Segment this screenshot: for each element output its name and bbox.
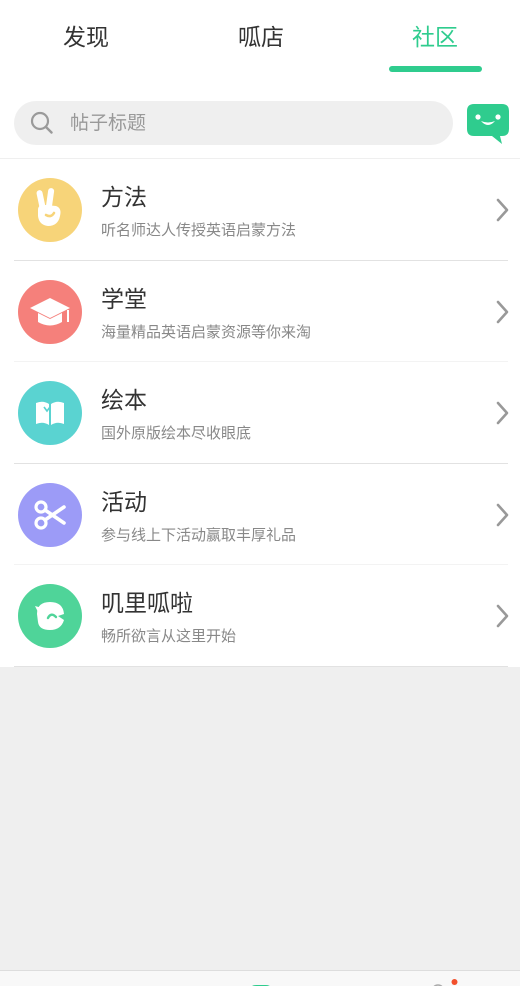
menu-item-subtitle: 海量精品英语启蒙资源等你来淘 [101,322,312,341]
menu-item-school[interactable]: 学堂 海量精品英语启蒙资源等你来淘 [0,261,520,362]
bottom-nav-bar [0,970,520,986]
row-divider [14,665,508,667]
menu-item-activities[interactable]: 活动 参与线上下活动赢取丰厚礼品 [0,464,520,565]
chevron-right-icon [496,503,509,526]
community-menu-list: 方法 听名师达人传授英语启蒙方法 学堂 海量精品英语启蒙资源等你来淘 绘本 国外… [0,158,520,667]
chat-bird-icon [18,584,82,648]
chat-bubble-icon[interactable] [466,102,510,146]
scissors-icon [18,482,82,547]
active-tab-indicator [389,66,482,72]
menu-item-subtitle: 听名师达人传授英语启蒙方法 [101,221,297,239]
menu-item-title: 学堂 [101,286,147,313]
search-row [0,88,520,158]
menu-item-title: 方法 [101,185,147,211]
search-icon [30,111,53,134]
top-tab-bar: 发现 呱店 社区 [0,0,520,88]
tab-discover[interactable]: 发现 [26,18,146,58]
menu-item-subtitle: 畅所欲言从这里开始 [101,627,237,645]
menu-item-chat[interactable]: 叽里呱啦 畅所欲言从这里开始 [0,565,520,667]
app-root: 发现 呱店 社区 帖子标题 方法 听名师达人传授英语启蒙方法 学堂 海量精品英语… [0,0,520,986]
tab-community[interactable]: 社区 [375,18,495,58]
search-box[interactable] [14,101,453,145]
menu-item-title: 绘本 [101,388,147,414]
menu-item-subtitle: 国外原版绘本尽收眼底 [101,424,252,442]
open-book-icon [18,381,82,445]
me-nav-icon[interactable] [424,979,464,986]
menu-item-method[interactable]: 方法 听名师达人传授英语启蒙方法 [0,159,520,261]
graduation-cap-icon [18,279,82,344]
search-input[interactable] [70,101,440,145]
menu-item-title: 叽里呱啦 [101,591,193,617]
menu-item-title: 活动 [101,489,147,516]
chevron-right-icon [496,604,509,628]
chevron-right-icon [496,300,509,323]
menu-item-subtitle: 参与线上下活动赢取丰厚礼品 [101,525,297,544]
victory-hand-icon [18,178,82,242]
tab-shop[interactable]: 呱店 [201,18,321,58]
chevron-right-icon [496,401,509,425]
chevron-right-icon [496,198,509,222]
menu-item-picture-books[interactable]: 绘本 国外原版绘本尽收眼底 [0,362,520,464]
